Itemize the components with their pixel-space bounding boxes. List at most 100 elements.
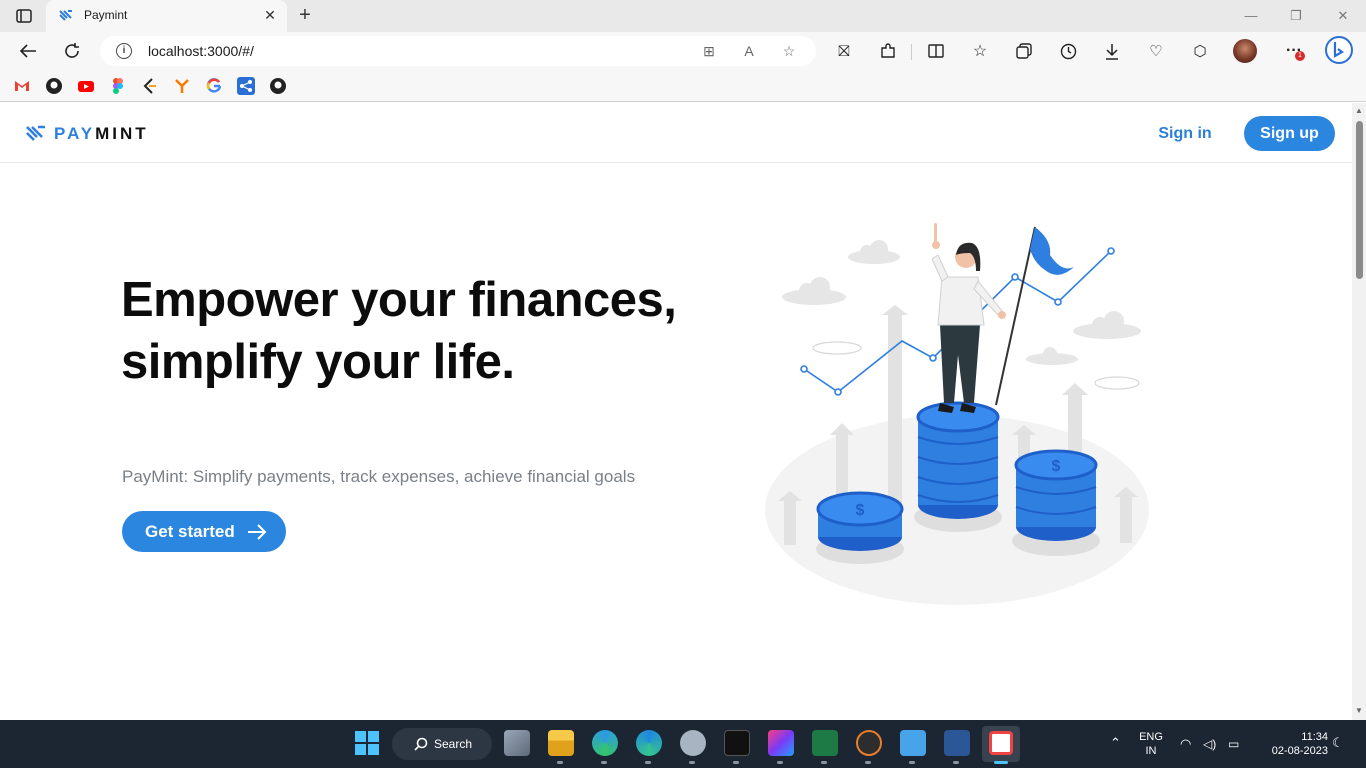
gmail-icon xyxy=(15,81,29,91)
taskbar-indicator xyxy=(645,761,651,764)
windows-logo-icon xyxy=(355,731,379,755)
language-indicator[interactable]: ENG IN xyxy=(1136,730,1166,758)
edge-icon[interactable] xyxy=(636,730,662,756)
download-button[interactable] xyxy=(1100,39,1124,63)
taskbar-indicator xyxy=(557,761,563,764)
bookmark-youtube[interactable] xyxy=(77,77,95,95)
hero-illustration: $ $ xyxy=(765,223,1149,605)
browser-toolbar: i localhost:3000/#/ ⊞ A ☆ ⛝ ☆ ♡ ⬡ ··· 1 xyxy=(0,32,1366,70)
bookmark-github-2[interactable] xyxy=(269,77,287,95)
scroll-down-icon[interactable]: ▼ xyxy=(1355,707,1363,715)
tab-actions-button[interactable] xyxy=(10,6,38,26)
sign-in-link[interactable]: Sign in xyxy=(1148,122,1222,146)
excel-icon[interactable] xyxy=(812,730,838,756)
browser-essentials-button[interactable]: ⬡ xyxy=(1188,39,1212,63)
taskbar-indicator xyxy=(865,761,871,764)
collections-button[interactable] xyxy=(1012,39,1036,63)
info-icon[interactable]: i xyxy=(116,43,132,59)
extension-icon: ⛝ xyxy=(838,42,850,60)
copilot-shield-icon: ⬡ xyxy=(1193,43,1207,60)
sign-up-button[interactable]: Sign up xyxy=(1244,116,1335,151)
bookmark-google[interactable] xyxy=(205,77,223,95)
paymint-favicon-icon xyxy=(59,10,72,21)
scroll-up-icon[interactable]: ▲ xyxy=(1355,107,1363,115)
youtube-icon xyxy=(78,81,94,92)
scroll-thumb[interactable] xyxy=(1356,121,1363,279)
refresh-button[interactable] xyxy=(60,39,84,63)
more-button[interactable]: ··· 1 xyxy=(1282,39,1306,63)
snipping-tool-icon xyxy=(989,731,1013,755)
task-view-icon[interactable] xyxy=(504,730,530,756)
back-icon xyxy=(19,44,36,58)
postman-icon xyxy=(175,79,189,93)
restore-button[interactable]: ❐ xyxy=(1285,6,1307,26)
bookmark-leetcode[interactable] xyxy=(141,77,159,95)
start-button[interactable] xyxy=(354,730,380,756)
history-button[interactable] xyxy=(1056,39,1080,63)
refresh-icon xyxy=(65,43,79,58)
favorites-button[interactable]: ☆ xyxy=(968,39,992,63)
page-scrollbar[interactable]: ▲ ▼ xyxy=(1352,103,1366,720)
taskbar-active-indicator xyxy=(994,761,1008,764)
site-header: PAY MINT Sign in Sign up xyxy=(0,103,1352,163)
taskbar-indicator xyxy=(909,761,915,764)
bing-button[interactable] xyxy=(1324,35,1354,65)
github-icon xyxy=(46,78,62,94)
media-player-icon[interactable] xyxy=(856,730,882,756)
bing-icon xyxy=(1325,36,1353,64)
tab-close-icon[interactable]: ✕ xyxy=(261,6,279,24)
wifi-icon[interactable]: ◠ xyxy=(1180,737,1191,751)
extension-button[interactable]: ⛝ xyxy=(832,39,856,63)
tray-overflow-icon[interactable]: ⌃ xyxy=(1110,736,1121,750)
battery-icon[interactable]: ▭ xyxy=(1228,737,1239,751)
close-window-button[interactable]: ✕ xyxy=(1332,6,1354,26)
figma-icon xyxy=(113,78,123,94)
settings-icon[interactable] xyxy=(680,730,706,756)
split-screen-icon xyxy=(928,44,944,58)
split-screen-button[interactable] xyxy=(924,39,948,63)
share-icon xyxy=(240,80,252,92)
bookmark-gmail[interactable] xyxy=(13,77,31,95)
search-icon xyxy=(414,737,428,751)
site-logo[interactable]: PAY MINT xyxy=(26,124,149,144)
performance-button[interactable]: ♡ xyxy=(1144,39,1168,63)
intellij-icon[interactable] xyxy=(768,730,794,756)
lang-line2: IN xyxy=(1145,745,1157,757)
favorite-star-icon[interactable]: ☆ xyxy=(780,42,798,60)
get-started-label: Get started xyxy=(145,521,235,541)
bookmarks-bar xyxy=(0,70,1366,102)
apps-icon[interactable]: ⊞ xyxy=(700,42,718,60)
extensions-button[interactable] xyxy=(876,39,900,63)
address-url[interactable]: localhost:3000/#/ xyxy=(148,43,254,59)
minimize-button[interactable]: — xyxy=(1240,6,1262,26)
browser-tab-bar: Paymint ✕ + — ❐ ✕ xyxy=(0,0,1366,32)
taskbar-search[interactable]: Search xyxy=(392,728,492,760)
bookmark-share[interactable] xyxy=(237,77,255,95)
page-viewport: PAY MINT Sign in Sign up Empower your fi… xyxy=(0,103,1352,720)
notepad-icon[interactable] xyxy=(900,730,926,756)
arrow-right-icon xyxy=(247,523,267,540)
word-icon[interactable] xyxy=(944,730,970,756)
bookmark-postman[interactable] xyxy=(173,77,191,95)
tab-title: Paymint xyxy=(84,8,128,22)
windows-taskbar: Search ⌃ ENG IN ◠ ◁) ▭ 11:34 02-08-2023 … xyxy=(0,720,1366,768)
volume-icon[interactable]: ◁) xyxy=(1203,737,1216,751)
get-started-button[interactable]: Get started xyxy=(122,511,286,552)
file-explorer-icon[interactable] xyxy=(548,730,574,756)
address-bar[interactable]: i localhost:3000/#/ ⊞ A ☆ xyxy=(100,36,816,66)
edge-dev-icon[interactable] xyxy=(592,730,618,756)
back-button[interactable] xyxy=(16,39,40,63)
terminal-icon[interactable] xyxy=(724,730,750,756)
notification-moon-icon[interactable]: ☾ xyxy=(1332,736,1344,750)
profile-button[interactable] xyxy=(1233,39,1257,63)
clock[interactable]: 11:34 02-08-2023 xyxy=(1256,730,1328,758)
read-aloud-icon[interactable]: A xyxy=(740,42,758,60)
download-icon xyxy=(1106,43,1118,60)
new-tab-button[interactable]: + xyxy=(294,4,316,26)
hero-title: Empower your finances, simplify your lif… xyxy=(121,273,677,389)
bookmark-figma[interactable] xyxy=(109,77,127,95)
browser-tab[interactable]: Paymint ✕ xyxy=(46,0,287,32)
snipping-tool-active[interactable] xyxy=(982,726,1020,762)
bookmark-github[interactable] xyxy=(45,77,63,95)
google-icon xyxy=(206,78,222,93)
